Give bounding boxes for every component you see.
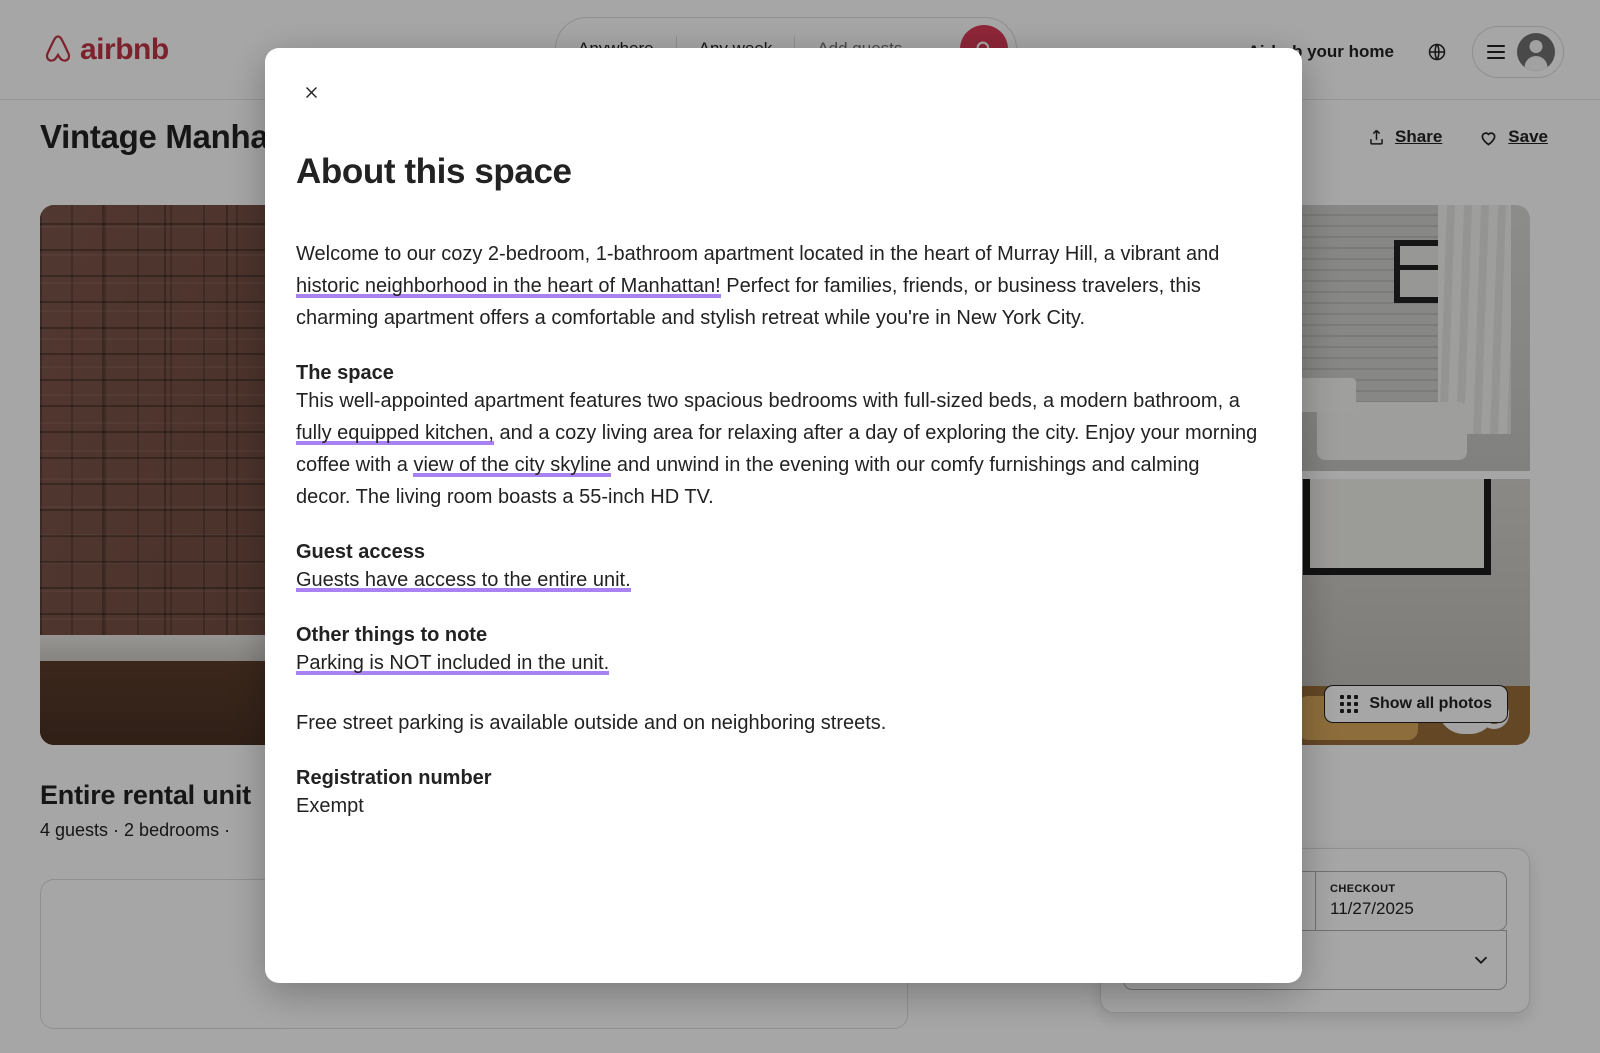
- other-notes-highlight: Parking is NOT included in the unit.: [296, 652, 609, 675]
- registration-heading: Registration number: [296, 767, 1258, 790]
- guest-access-paragraph: Guests have access to the entire unit.: [296, 564, 1258, 596]
- modal-close-button[interactable]: [293, 74, 329, 110]
- space-paragraph: This well-appointed apartment features t…: [296, 385, 1258, 513]
- spacer-4: [296, 679, 1258, 707]
- intro-before: Welcome to our cozy 2-bedroom, 1-bathroo…: [296, 243, 1219, 265]
- spacer-3: [296, 596, 1258, 624]
- intro-highlight: historic neighborhood in the heart of Ma…: [296, 275, 721, 298]
- modal-content: About this space Welcome to our cozy 2-b…: [265, 48, 1302, 822]
- space-p1: This well-appointed apartment features t…: [296, 390, 1240, 412]
- spacer-1: [296, 334, 1258, 362]
- intro-paragraph: Welcome to our cozy 2-bedroom, 1-bathroo…: [296, 238, 1258, 334]
- other-notes-paragraph: Parking is NOT included in the unit.: [296, 647, 1258, 679]
- space-highlight-1: fully equipped kitchen,: [296, 422, 494, 445]
- spacer-5: [296, 739, 1258, 767]
- space-heading: The space: [296, 362, 1258, 385]
- guest-access-heading: Guest access: [296, 541, 1258, 564]
- street-parking-paragraph: Free street parking is available outside…: [296, 707, 1258, 739]
- modal-title: About this space: [296, 152, 1258, 192]
- guest-access-highlight: Guests have access to the entire unit.: [296, 569, 631, 592]
- spacer-2: [296, 513, 1258, 541]
- other-notes-heading: Other things to note: [296, 624, 1258, 647]
- close-x-icon: [303, 84, 320, 101]
- about-this-space-modal: About this space Welcome to our cozy 2-b…: [265, 48, 1302, 983]
- space-highlight-2: view of the city skyline: [413, 454, 611, 477]
- registration-value: Exempt: [296, 790, 1258, 822]
